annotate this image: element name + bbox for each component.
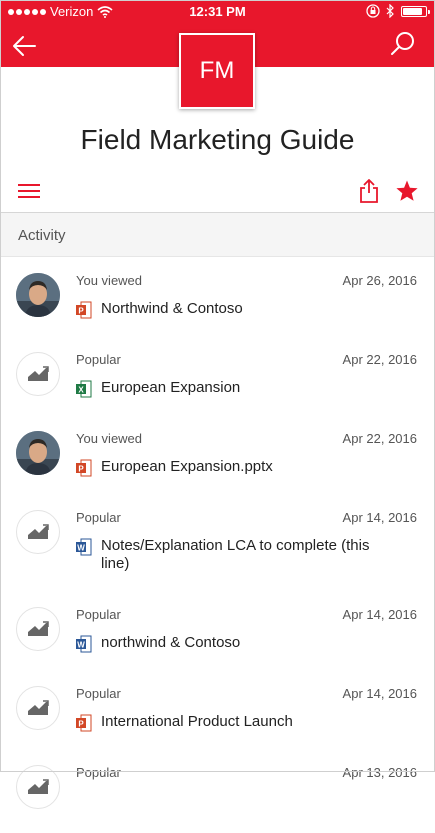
activity-kind: Popular	[76, 510, 121, 525]
svg-text:W: W	[77, 543, 85, 552]
search-icon	[391, 32, 414, 55]
bluetooth-icon	[386, 4, 394, 18]
activity-item[interactable]: Popular Apr 14, 2016 W Notes/Explanation LC…	[0, 508, 435, 578]
document-title[interactable]: northwind & Contoso	[101, 634, 401, 652]
activity-item[interactable]: Popular Apr 13, 2016	[0, 763, 435, 833]
activity-item[interactable]: You viewed Apr 22, 2016 P European Expansio…	[0, 429, 435, 499]
document-title[interactable]: International Product Launch	[101, 713, 401, 731]
battery-level-fill	[403, 7, 422, 15]
activity-kind: You viewed	[76, 273, 143, 288]
activity-item[interactable]: You viewed Apr 26, 2016 P Northwind & Conto…	[0, 271, 435, 341]
user-avatar	[16, 273, 60, 317]
powerpoint-file-icon: P	[76, 301, 92, 319]
excel-file-icon: X	[76, 380, 92, 398]
svg-text:P: P	[78, 306, 84, 315]
activity-item[interactable]: Popular Apr 14, 2016 P International Produc…	[0, 684, 435, 754]
menu-button[interactable]	[18, 182, 40, 200]
activity-kind: Popular	[76, 686, 121, 701]
search-button[interactable]	[389, 30, 417, 58]
trending-icon	[16, 352, 60, 396]
activity-kind: Popular	[76, 352, 121, 367]
activity-item[interactable]: Popular Apr 14, 2016 Wnorthwind & Contoso	[0, 605, 435, 675]
svg-text:P: P	[78, 464, 84, 473]
trending-icon	[16, 607, 60, 651]
document-title[interactable]: Northwind & Contoso	[101, 300, 401, 318]
trending-icon	[16, 686, 60, 730]
svg-text:X: X	[78, 385, 84, 394]
powerpoint-file-icon: P	[76, 459, 92, 477]
trending-icon	[16, 510, 60, 554]
status-bar: Verizon 12:31 PM	[0, 0, 435, 24]
svg-text:P: P	[78, 719, 84, 728]
activity-date: Apr 26, 2016	[342, 273, 417, 288]
activity-date: Apr 22, 2016	[342, 431, 417, 446]
activity-kind: Popular	[76, 607, 121, 622]
word-file-icon: W	[76, 538, 92, 556]
activity-item[interactable]: Popular Apr 22, 2016 X European Expansion	[0, 350, 435, 420]
activity-section-header: Activity	[0, 212, 435, 257]
back-button[interactable]	[10, 32, 38, 60]
section-label: Activity	[18, 227, 66, 244]
activity-kind: Popular	[76, 765, 121, 780]
star-icon	[396, 180, 418, 201]
share-button[interactable]	[358, 178, 380, 204]
word-file-icon: W	[76, 635, 92, 653]
site-logo-tile: FM	[179, 33, 255, 109]
battery-icon	[401, 5, 430, 17]
user-avatar	[16, 431, 60, 475]
share-icon	[360, 179, 378, 203]
document-title[interactable]: Notes/Explanation LCA to complete (this …	[101, 537, 401, 573]
document-title[interactable]: European Expansion	[101, 379, 401, 397]
activity-date: Apr 22, 2016	[342, 352, 417, 367]
follow-star-button[interactable]	[395, 179, 419, 203]
activity-date: Apr 14, 2016	[342, 686, 417, 701]
activity-date: Apr 14, 2016	[342, 607, 417, 622]
document-title[interactable]: European Expansion.pptx	[101, 458, 401, 476]
back-arrow-icon	[13, 36, 36, 56]
activity-kind: You viewed	[76, 431, 143, 446]
orientation-lock-icon	[366, 4, 380, 18]
site-title: Field Marketing Guide	[80, 124, 355, 155]
activity-date: Apr 14, 2016	[342, 510, 417, 525]
activity-date: Apr 13, 2016	[342, 765, 417, 780]
powerpoint-file-icon: P	[76, 714, 92, 732]
svg-text:W: W	[77, 640, 85, 649]
